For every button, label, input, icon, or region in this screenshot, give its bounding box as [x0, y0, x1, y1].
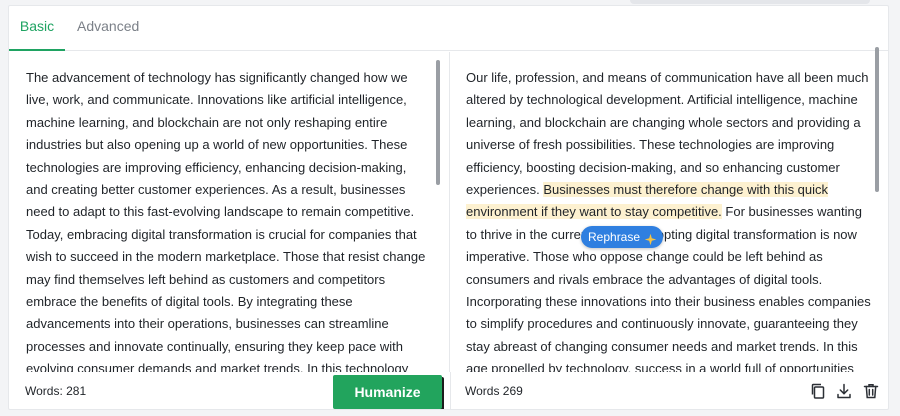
output-word-count: Words 269 — [465, 384, 523, 398]
mode-tabs: Basic Advanced — [9, 6, 888, 51]
top-edge-shadow — [630, 0, 870, 4]
footer-bar: Words: 281 Humanize Words 269 — [9, 372, 888, 409]
input-word-count: Words: 281 — [25, 384, 87, 398]
trash-icon[interactable] — [862, 382, 880, 400]
copy-icon[interactable] — [809, 382, 827, 400]
tab-advanced[interactable]: Advanced — [65, 6, 151, 51]
sparkle-icon — [644, 231, 657, 245]
output-scrollbar[interactable] — [875, 47, 879, 192]
tab-basic[interactable]: Basic — [9, 6, 65, 51]
output-text-before: Our life, profession, and means of commu… — [466, 70, 869, 198]
output-text[interactable]: Our life, profession, and means of commu… — [466, 67, 872, 372]
footer-divider — [450, 372, 451, 409]
humanizer-card: Basic Advanced The advancement of techno… — [8, 5, 889, 410]
input-scrollbar[interactable] — [436, 60, 440, 185]
input-text[interactable]: The advancement of technology has signif… — [26, 67, 426, 372]
rephrase-label: Rephrase — [588, 230, 641, 244]
output-pane[interactable]: Our life, profession, and means of commu… — [450, 52, 888, 372]
rephrase-button[interactable]: Rephrase — [581, 226, 664, 248]
output-text-after: For businesses wanting to thrive in the … — [466, 204, 871, 372]
humanize-button[interactable]: Humanize — [333, 375, 442, 409]
input-pane[interactable]: The advancement of technology has signif… — [9, 52, 450, 372]
download-icon[interactable] — [835, 382, 853, 400]
